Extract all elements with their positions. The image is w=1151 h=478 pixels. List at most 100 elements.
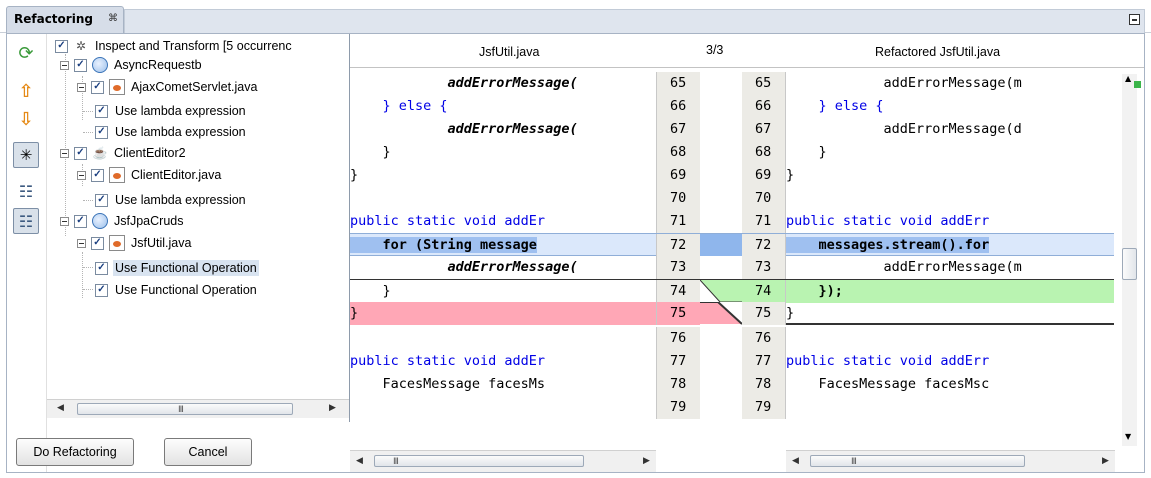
diff-row: } 68 68 } <box>350 141 1144 164</box>
web-project-icon <box>92 213 108 229</box>
scrollbar-thumb[interactable]: III <box>810 455 1025 467</box>
item-label: Use Functional Operation <box>113 260 259 276</box>
right-line-number: 75 <box>742 302 786 325</box>
item-checkbox[interactable]: ✓ <box>95 261 108 275</box>
right-line-number: 77 <box>742 350 786 373</box>
project-checkbox[interactable]: ✓ <box>74 146 87 160</box>
left-code-line-changed: for (String message <box>350 237 537 253</box>
right-code-line <box>786 396 1115 419</box>
left-line-number: 67 <box>656 118 700 141</box>
diff-header: JsfUtil.java 3/3 Refactored JsfUtil.java <box>350 34 1144 68</box>
root-checkbox[interactable]: ✓ <box>55 39 68 53</box>
diff-row: public static void addEr 71 71 public st… <box>350 210 1144 233</box>
collapse-toggle-icon[interactable] <box>60 216 69 226</box>
diff-gutter <box>700 95 742 118</box>
collapse-toggle-icon[interactable] <box>60 60 69 70</box>
collapse-toggle-icon[interactable] <box>77 238 86 248</box>
change-marker-icon[interactable] <box>1134 81 1141 88</box>
tree-file-clienteditor[interactable]: ✓ ClientEditor.java <box>77 164 223 186</box>
file-checkbox[interactable]: ✓ <box>91 236 104 250</box>
scroll-left-icon[interactable]: ◀ <box>57 403 64 413</box>
java-file-icon <box>109 79 125 95</box>
collapse-toggle-icon[interactable] <box>77 170 86 180</box>
left-line-number: 73 <box>656 256 700 279</box>
scroll-right-icon[interactable]: ▶ <box>329 403 336 413</box>
arrow-down-icon[interactable]: ⇩ <box>13 106 39 132</box>
item-checkbox[interactable]: ✓ <box>95 283 108 297</box>
left-code-line <box>350 396 656 419</box>
right-line-number: 79 <box>742 396 786 419</box>
item-checkbox[interactable]: ✓ <box>95 125 108 139</box>
file-label: ClientEditor.java <box>131 168 222 182</box>
scroll-left-icon[interactable]: ◀ <box>356 456 363 466</box>
collapse-toggle-icon[interactable] <box>77 82 86 92</box>
do-refactoring-button[interactable]: Do Refactoring <box>16 438 134 466</box>
left-line-number: 79 <box>656 396 700 419</box>
tree-item[interactable]: ✓ Use Functional Operation <box>95 279 259 301</box>
diff-gutter-removed <box>700 301 743 325</box>
cancel-button[interactable]: Cancel <box>164 438 252 466</box>
diff-gutter <box>700 327 742 350</box>
logical-view-icon[interactable]: ☷ <box>13 178 39 204</box>
refresh-icon[interactable]: ⟳ <box>13 40 39 66</box>
left-line-number: 66 <box>656 95 700 118</box>
tree-item[interactable]: ✓ Use lambda expression <box>95 100 248 122</box>
file-checkbox[interactable]: ✓ <box>91 168 104 182</box>
tree-item-selected[interactable]: ✓ Use Functional Operation <box>95 257 259 279</box>
item-checkbox[interactable]: ✓ <box>95 104 108 118</box>
diff-gutter <box>700 118 742 141</box>
right-line-number: 78 <box>742 373 786 396</box>
refactoring-tree: ✓ ✲ Inspect and Transform [5 occurrenc ✓… <box>47 34 349 399</box>
scroll-right-icon[interactable]: ▶ <box>643 456 650 466</box>
minimize-icon[interactable] <box>1129 14 1140 25</box>
tree-item[interactable]: ✓ Use lambda expression <box>95 189 248 211</box>
arrow-up-icon[interactable]: ⇧ <box>13 78 39 104</box>
right-code-line: addErrorMessage(m <box>786 259 1022 275</box>
scrollbar-thumb[interactable] <box>1122 248 1137 280</box>
left-line-number: 68 <box>656 141 700 164</box>
tree-connector <box>83 111 93 112</box>
scroll-right-icon[interactable]: ▶ <box>1102 456 1109 466</box>
right-line-number: 73 <box>742 256 786 279</box>
collapse-toggle-icon[interactable] <box>60 148 69 158</box>
tree-project-clienteditor2[interactable]: ✓ ☕ ClientEditor2 <box>60 142 188 164</box>
project-checkbox[interactable]: ✓ <box>74 214 87 228</box>
left-code-line: } else { <box>350 98 448 114</box>
tree-file-ajaxcometservlet[interactable]: ✓ AjaxCometServlet.java <box>77 76 259 98</box>
tree-project-jsfjpacruds[interactable]: ✓ JsfJpaCruds <box>60 210 185 232</box>
collapse-tree-icon[interactable]: ✳ <box>13 142 39 168</box>
diff-vertical-scrollbar[interactable]: ▲ ▼ <box>1114 70 1144 450</box>
diff-row: addErrorMessage( 65 65 addErrorMessage(m <box>350 72 1144 95</box>
right-horizontal-scrollbar[interactable]: ◀ III ▶ <box>786 450 1115 472</box>
tree-item[interactable]: ✓ Use lambda expression <box>95 121 248 143</box>
right-line-number: 65 <box>742 72 786 95</box>
tree-horizontal-scrollbar[interactable]: ◀ III ▶ <box>47 399 349 418</box>
scrollbar-thumb[interactable]: III <box>374 455 584 467</box>
diff-row-added: } 74 74 }); <box>350 279 1144 303</box>
project-checkbox[interactable]: ✓ <box>74 58 87 72</box>
scroll-left-icon[interactable]: ◀ <box>792 456 799 466</box>
left-line-number: 74 <box>656 280 700 303</box>
file-checkbox[interactable]: ✓ <box>91 80 104 94</box>
tree-file-jsfutil[interactable]: ✓ JsfUtil.java <box>77 232 193 254</box>
file-label: AjaxCometServlet.java <box>131 80 258 94</box>
tab-refactoring[interactable]: Refactoring ⌘ <box>6 6 124 33</box>
left-line-number: 77 <box>656 350 700 373</box>
physical-view-icon[interactable]: ☷ <box>13 208 39 234</box>
left-horizontal-scrollbar[interactable]: ◀ III ▶ <box>350 450 656 472</box>
item-checkbox[interactable]: ✓ <box>95 193 108 207</box>
diff-gutter-added <box>699 279 742 303</box>
diff-row-removed: } 75 75 } <box>350 301 1144 325</box>
project-label: ClientEditor2 <box>114 146 186 160</box>
tree-connector <box>83 200 93 201</box>
tab-close-icon[interactable]: ⌘ <box>108 13 118 24</box>
right-code-line: } <box>786 144 827 160</box>
scroll-up-icon[interactable]: ▲ <box>1125 74 1131 83</box>
scroll-down-icon[interactable]: ▼ <box>1125 432 1131 441</box>
right-code-line: } else { <box>786 98 884 114</box>
left-code-line: FacesMessage facesMs <box>350 376 546 392</box>
scrollbar-thumb[interactable]: III <box>77 403 293 415</box>
tree-project-asyncrequestb[interactable]: ✓ AsyncRequestb <box>60 54 204 76</box>
scrollbar-grip: III <box>393 457 399 467</box>
tree-connector <box>83 289 93 290</box>
